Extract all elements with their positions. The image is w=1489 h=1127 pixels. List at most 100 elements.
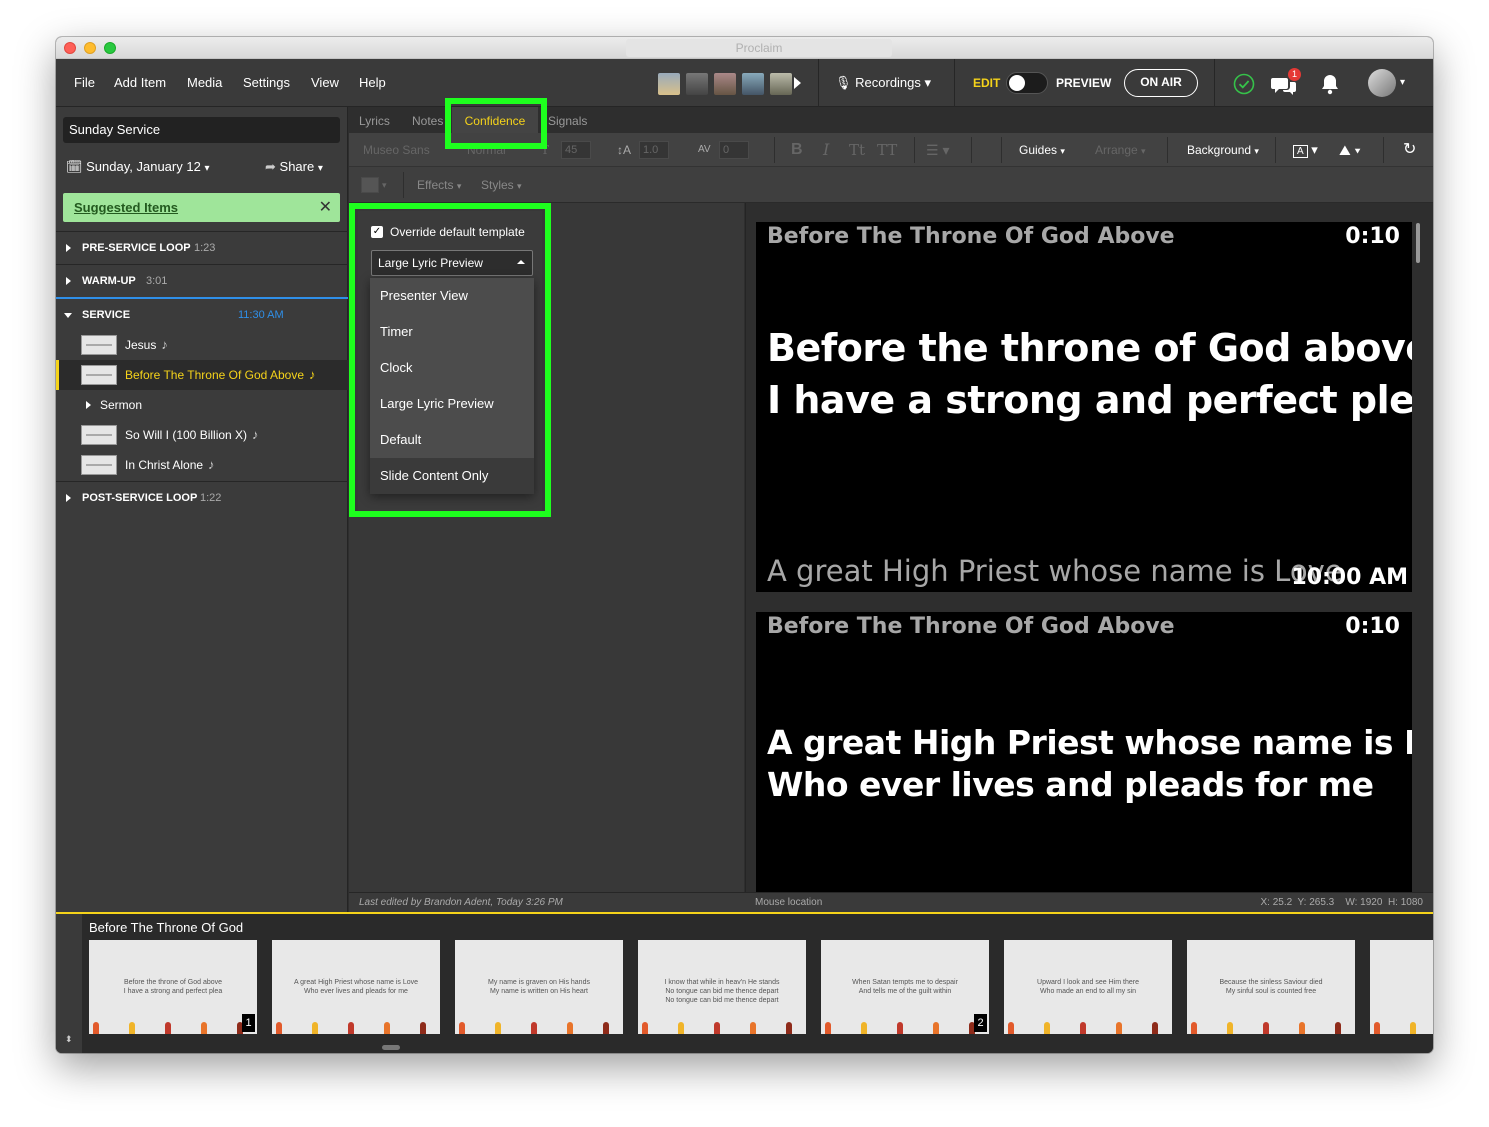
flower-decoration: [1191, 1022, 1197, 1034]
slide-thumbnail[interactable]: A great High Priest whose name is Love W…: [272, 940, 440, 1034]
flower-decoration: [714, 1022, 720, 1034]
menu-view[interactable]: View: [311, 59, 339, 107]
background-menu[interactable]: Background ▾: [1187, 133, 1259, 168]
slide-thumbnail[interactable]: For God To look o To look o: [1370, 940, 1433, 1034]
preview-scrollbar[interactable]: [1416, 223, 1420, 263]
section-label: WARM-UP: [82, 275, 136, 287]
confidence-slide-1[interactable]: Before The Throne Of God Above 0:10 Befo…: [756, 222, 1412, 592]
recordings-menu[interactable]: 🎙 Recordings ▾: [835, 59, 931, 107]
chevron-down-icon: ▾: [317, 163, 323, 174]
edit-preview-toggle[interactable]: [1006, 72, 1048, 94]
chevron-down-icon[interactable]: ▾: [1400, 59, 1405, 107]
service-item-sermon[interactable]: Sermon: [56, 390, 348, 420]
suggested-items-banner[interactable]: Suggested Items ✕: [63, 193, 340, 222]
tab-notes[interactable]: Notes: [412, 107, 443, 133]
title-bar: Proclaim: [56, 37, 1433, 59]
section-post-service-loop[interactable]: POST-SERVICE LOOP 1:22: [56, 481, 348, 513]
guides-menu[interactable]: Guides ▾: [1019, 133, 1065, 168]
chevron-down-icon[interactable]: ▾: [382, 167, 387, 203]
slide-thumbnail[interactable]: Because the sinless Saviour died My sinf…: [1187, 940, 1355, 1034]
suggested-items-link[interactable]: Suggested Items: [74, 193, 178, 222]
menu-add-item[interactable]: Add Item: [114, 59, 166, 107]
italic-icon[interactable]: I: [823, 133, 829, 167]
image-icon[interactable]: ⛰ ▾: [1339, 133, 1361, 167]
divider: [403, 172, 404, 198]
font-family-select[interactable]: Museo Sans: [363, 133, 430, 167]
avatar[interactable]: [742, 73, 764, 95]
more-avatars-arrow-icon[interactable]: [794, 77, 801, 89]
expand-arrow-icon[interactable]: [86, 401, 91, 409]
expand-arrow-icon[interactable]: [66, 494, 71, 502]
collapse-arrow-icon[interactable]: [64, 313, 72, 318]
user-avatar[interactable]: [1368, 69, 1396, 97]
expand-arrow-icon[interactable]: [66, 277, 71, 285]
service-item-so-will-i[interactable]: So Will I (100 Billion X) ♪: [56, 420, 348, 450]
letter-spacing-input[interactable]: 0: [719, 141, 749, 159]
flower-decoration: [786, 1022, 792, 1034]
item-thumbnail: [81, 365, 117, 385]
tab-signals[interactable]: Signals: [548, 107, 587, 133]
item-label: Sermon: [100, 398, 143, 412]
service-date-picker[interactable]: 🗓 Sunday, January 12 ▾: [66, 157, 209, 179]
share-button[interactable]: ➦ Share ▾: [265, 157, 323, 179]
close-window-button[interactable]: [64, 42, 76, 54]
slide-thumbnail[interactable]: My name is graven on His hands My name i…: [455, 940, 623, 1034]
color-swatch[interactable]: [361, 177, 379, 193]
status-bar: Last edited by Brandon Adent, Today 3:26…: [349, 892, 1433, 912]
flower-decoration: [750, 1022, 756, 1034]
bold-icon[interactable]: B: [791, 133, 803, 167]
slide-thumbnail[interactable]: Before the throne of God above I have a …: [89, 940, 257, 1034]
text-box-icon[interactable]: A ▾: [1293, 133, 1318, 169]
toggle-knob: [1009, 75, 1025, 91]
strip-scrollbar[interactable]: [382, 1045, 400, 1050]
background-label: Background: [1187, 143, 1252, 157]
section-duration: 3:01: [146, 275, 168, 287]
effects-menu[interactable]: Effects ▾: [417, 167, 461, 204]
avatar[interactable]: [686, 73, 708, 95]
flower-decoration: [420, 1022, 426, 1034]
flower-decoration: [1410, 1022, 1416, 1034]
uppercase-icon[interactable]: TT: [877, 133, 897, 167]
top-menu-bar: File Add Item Media Settings View Help 🎙…: [56, 59, 1433, 107]
minimize-window-button[interactable]: [84, 42, 96, 54]
bell-icon[interactable]: [1320, 73, 1340, 95]
sync-status-check-icon[interactable]: [1233, 73, 1255, 95]
avatar[interactable]: [714, 73, 736, 95]
slide-thumbnail[interactable]: When Satan tempts me to despair And tell…: [821, 940, 989, 1034]
tab-lyrics[interactable]: Lyrics: [359, 107, 390, 133]
reset-icon[interactable]: ↻: [1403, 133, 1416, 167]
flower-decoration: [1152, 1022, 1158, 1034]
zoom-window-button[interactable]: [104, 42, 116, 54]
text-case-icon[interactable]: Tt: [849, 133, 865, 167]
expand-arrow-icon[interactable]: [66, 244, 71, 252]
text-align-icon[interactable]: ☰ ▾: [926, 133, 949, 167]
service-item-jesus[interactable]: Jesus ♪: [56, 330, 348, 360]
menu-settings[interactable]: Settings: [243, 59, 290, 107]
service-item-before-the-throne[interactable]: Before The Throne Of God Above ♪: [56, 360, 348, 390]
close-icon[interactable]: ✕: [319, 193, 332, 222]
styles-menu[interactable]: Styles ▾: [481, 167, 522, 204]
avatar[interactable]: [770, 73, 792, 95]
chevron-down-icon: ▾: [204, 163, 210, 174]
section-warm-up[interactable]: WARM-UP 3:01: [56, 264, 348, 296]
flower-decoration: [933, 1022, 939, 1034]
on-air-button[interactable]: ON AIR: [1124, 69, 1198, 97]
font-size-input[interactable]: 45: [561, 141, 591, 159]
current-lyrics: A great High Priest whose name is Love W…: [767, 723, 1412, 804]
slide-number-badge: 2: [974, 1014, 987, 1032]
line-height-input[interactable]: 1.0: [639, 141, 669, 159]
divider: [1001, 137, 1002, 163]
arrange-menu[interactable]: Arrange ▾: [1095, 133, 1146, 168]
slide-thumbnail[interactable]: I know that while in heav'n He stands No…: [638, 940, 806, 1034]
slide-thumbnail[interactable]: Upward I look and see Him there Who made…: [1004, 940, 1172, 1034]
menu-help[interactable]: Help: [359, 59, 386, 107]
menu-file[interactable]: File: [74, 59, 95, 107]
service-item-in-christ-alone[interactable]: In Christ Alone ♪: [56, 450, 348, 480]
avatar[interactable]: [658, 73, 680, 95]
service-name-field[interactable]: Sunday Service: [63, 117, 340, 143]
section-service[interactable]: SERVICE 11:30 AM: [56, 297, 348, 329]
expand-strip-icon[interactable]: ⬍: [65, 1034, 73, 1045]
section-pre-service-loop[interactable]: PRE-SERVICE LOOP 1:23: [56, 231, 348, 263]
confidence-slide-2[interactable]: Before The Throne Of God Above 0:10 A gr…: [756, 612, 1412, 892]
menu-media[interactable]: Media: [187, 59, 222, 107]
